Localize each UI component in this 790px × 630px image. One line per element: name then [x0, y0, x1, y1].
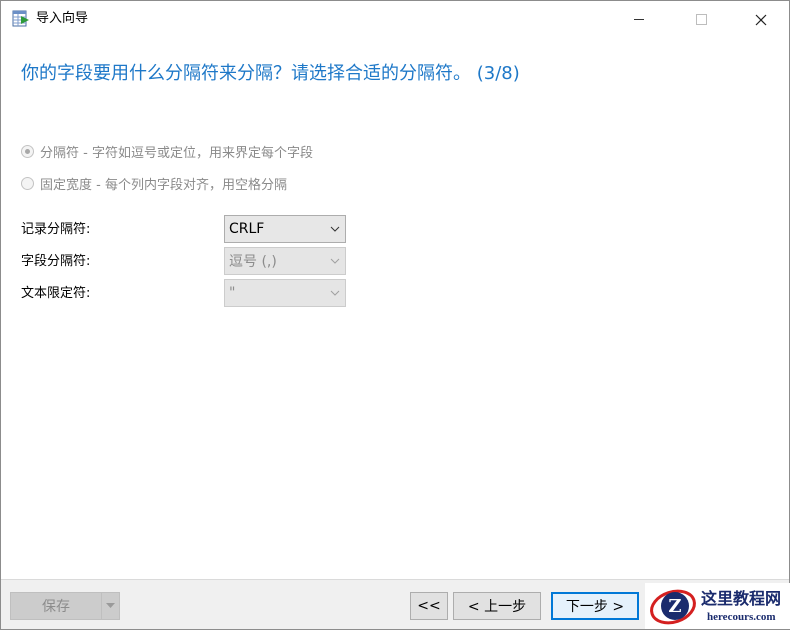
maximize-icon [695, 14, 707, 25]
svg-text:Z: Z [668, 596, 681, 617]
watermark-cn-text: 这里教程网 [701, 589, 782, 608]
previous-button[interactable]: < 上一步 [453, 592, 541, 620]
close-button[interactable] [738, 1, 784, 38]
watermark-logo: Z [650, 589, 696, 625]
window-title: 导入向导 [36, 11, 89, 26]
minimize-icon [634, 19, 644, 20]
record-delimiter-value: CRLF [229, 221, 265, 237]
field-delimiter-value: 逗号 (,) [229, 254, 277, 270]
fixed-width-radio[interactable] [21, 176, 34, 190]
chevron-down-icon[interactable] [325, 216, 345, 242]
delimited-option[interactable]: 分隔符 - 字符如逗号或定位，用来界定每个字段 [21, 141, 313, 161]
field-delimiter-select[interactable]: 逗号 (,) [224, 247, 346, 275]
text-qualifier-label: 文本限定符: [21, 286, 91, 301]
chevron-down-icon[interactable] [325, 280, 345, 306]
watermark-en-text: herecours.com [707, 611, 776, 623]
save-button[interactable]: 保存 [10, 592, 102, 620]
text-qualifier-value: " [229, 285, 236, 301]
fixed-width-label: 固定宽度 - 每个列内字段对齐，用空格分隔 [40, 177, 287, 193]
page-heading: 你的字段要用什么分隔符来分隔？请选择合适的分隔符。 (3/8) [21, 63, 520, 84]
field-delimiter-label: 字段分隔符: [21, 254, 91, 269]
next-button[interactable]: 下一步 > [551, 592, 639, 620]
chevron-down-icon[interactable] [325, 248, 345, 274]
delimited-radio[interactable] [21, 144, 34, 158]
save-dropdown-button[interactable] [101, 592, 120, 620]
import-wizard-window: 导入向导 你的字段要用什么分隔符来分隔？请选择合适的分隔符。 (3/8) 分隔符… [0, 0, 790, 630]
watermark: Z 这里教程网 herecours.com [645, 583, 790, 629]
triangle-down-icon [106, 603, 115, 608]
first-step-button[interactable]: << [410, 592, 448, 620]
table-import-icon [12, 10, 29, 27]
text-qualifier-select[interactable]: " [224, 279, 346, 307]
delimited-label: 分隔符 - 字符如逗号或定位，用来界定每个字段 [40, 145, 313, 161]
record-delimiter-select[interactable]: CRLF [224, 215, 346, 243]
title-bar[interactable]: 导入向导 [1, 1, 789, 38]
fixed-width-option[interactable]: 固定宽度 - 每个列内字段对齐，用空格分隔 [21, 173, 287, 193]
minimize-button[interactable] [616, 1, 662, 38]
record-delimiter-label: 记录分隔符: [21, 222, 91, 237]
close-icon [755, 14, 767, 25]
maximize-button[interactable] [678, 1, 724, 38]
